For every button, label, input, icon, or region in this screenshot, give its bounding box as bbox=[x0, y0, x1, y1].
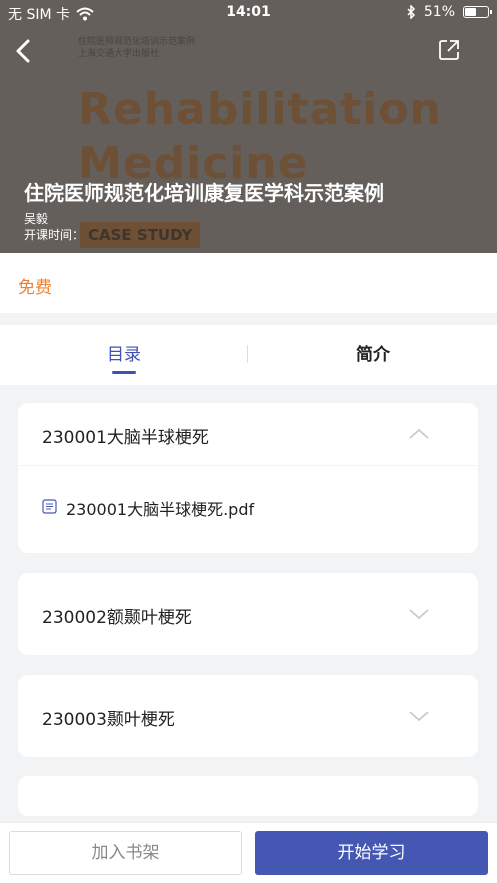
tab-catalog[interactable]: 目录 bbox=[0, 325, 248, 385]
course-cover-header: 住院医师规范化培训示范案例 上海交通大学出版社 Rehabilitation M… bbox=[0, 0, 497, 253]
active-tab-indicator bbox=[112, 371, 136, 374]
add-to-shelf-button[interactable]: 加入书架 bbox=[9, 831, 242, 875]
chapter-title: 230001大脑半球梗死 bbox=[42, 428, 209, 448]
chapter-card: 230003颞叶梗死 bbox=[18, 675, 478, 757]
chevron-down-icon bbox=[409, 711, 429, 722]
file-item[interactable]: 230001大脑半球梗死.pdf bbox=[18, 489, 478, 525]
chapter-header[interactable]: 230003颞叶梗死 bbox=[18, 675, 478, 757]
document-icon bbox=[42, 499, 57, 514]
tab-divider bbox=[247, 345, 248, 363]
course-start-time: 开课时间： bbox=[24, 228, 85, 242]
chapter-title: 230003颞叶梗死 bbox=[42, 710, 175, 730]
bluetooth-icon bbox=[407, 5, 415, 19]
tab-introduction[interactable]: 简介 bbox=[249, 325, 497, 385]
chapter-card: 230002额颞叶梗死 bbox=[18, 573, 478, 655]
course-title: 住院医师规范化培训康复医学科示范案例 bbox=[24, 181, 384, 205]
chapter-divider bbox=[18, 465, 478, 466]
share-icon[interactable] bbox=[437, 38, 461, 62]
chapter-card-partial bbox=[18, 776, 478, 816]
status-right: 51% bbox=[406, 4, 492, 20]
battery-level bbox=[465, 8, 476, 16]
cover-shade-overlay bbox=[0, 0, 497, 253]
file-name: 230001大脑半球梗死.pdf bbox=[66, 500, 255, 519]
chapter-card: 230001大脑半球梗死 230001大脑半球梗死.pdf bbox=[18, 403, 478, 553]
course-author: 吴毅 bbox=[24, 212, 49, 226]
chevron-down-icon bbox=[409, 609, 429, 620]
chapter-header[interactable]: 230002额颞叶梗死 bbox=[18, 573, 478, 655]
battery-icon bbox=[463, 6, 492, 18]
back-icon[interactable] bbox=[10, 36, 38, 66]
chapter-header[interactable]: 230001大脑半球梗死 bbox=[18, 403, 478, 465]
battery-percent: 51% bbox=[423, 4, 455, 20]
tab-bar: 目录 简介 bbox=[0, 325, 497, 385]
bottom-action-bar: 加入书架 开始学习 bbox=[0, 822, 497, 883]
status-bar: 无 SIM 卡 14:01 51% bbox=[0, 0, 497, 26]
price-label: 免费 bbox=[18, 278, 52, 298]
start-learning-button[interactable]: 开始学习 bbox=[255, 831, 488, 875]
price-row: 免费 bbox=[0, 253, 497, 313]
chapter-title: 230002额颞叶梗死 bbox=[42, 608, 192, 628]
chevron-up-icon bbox=[409, 428, 429, 439]
